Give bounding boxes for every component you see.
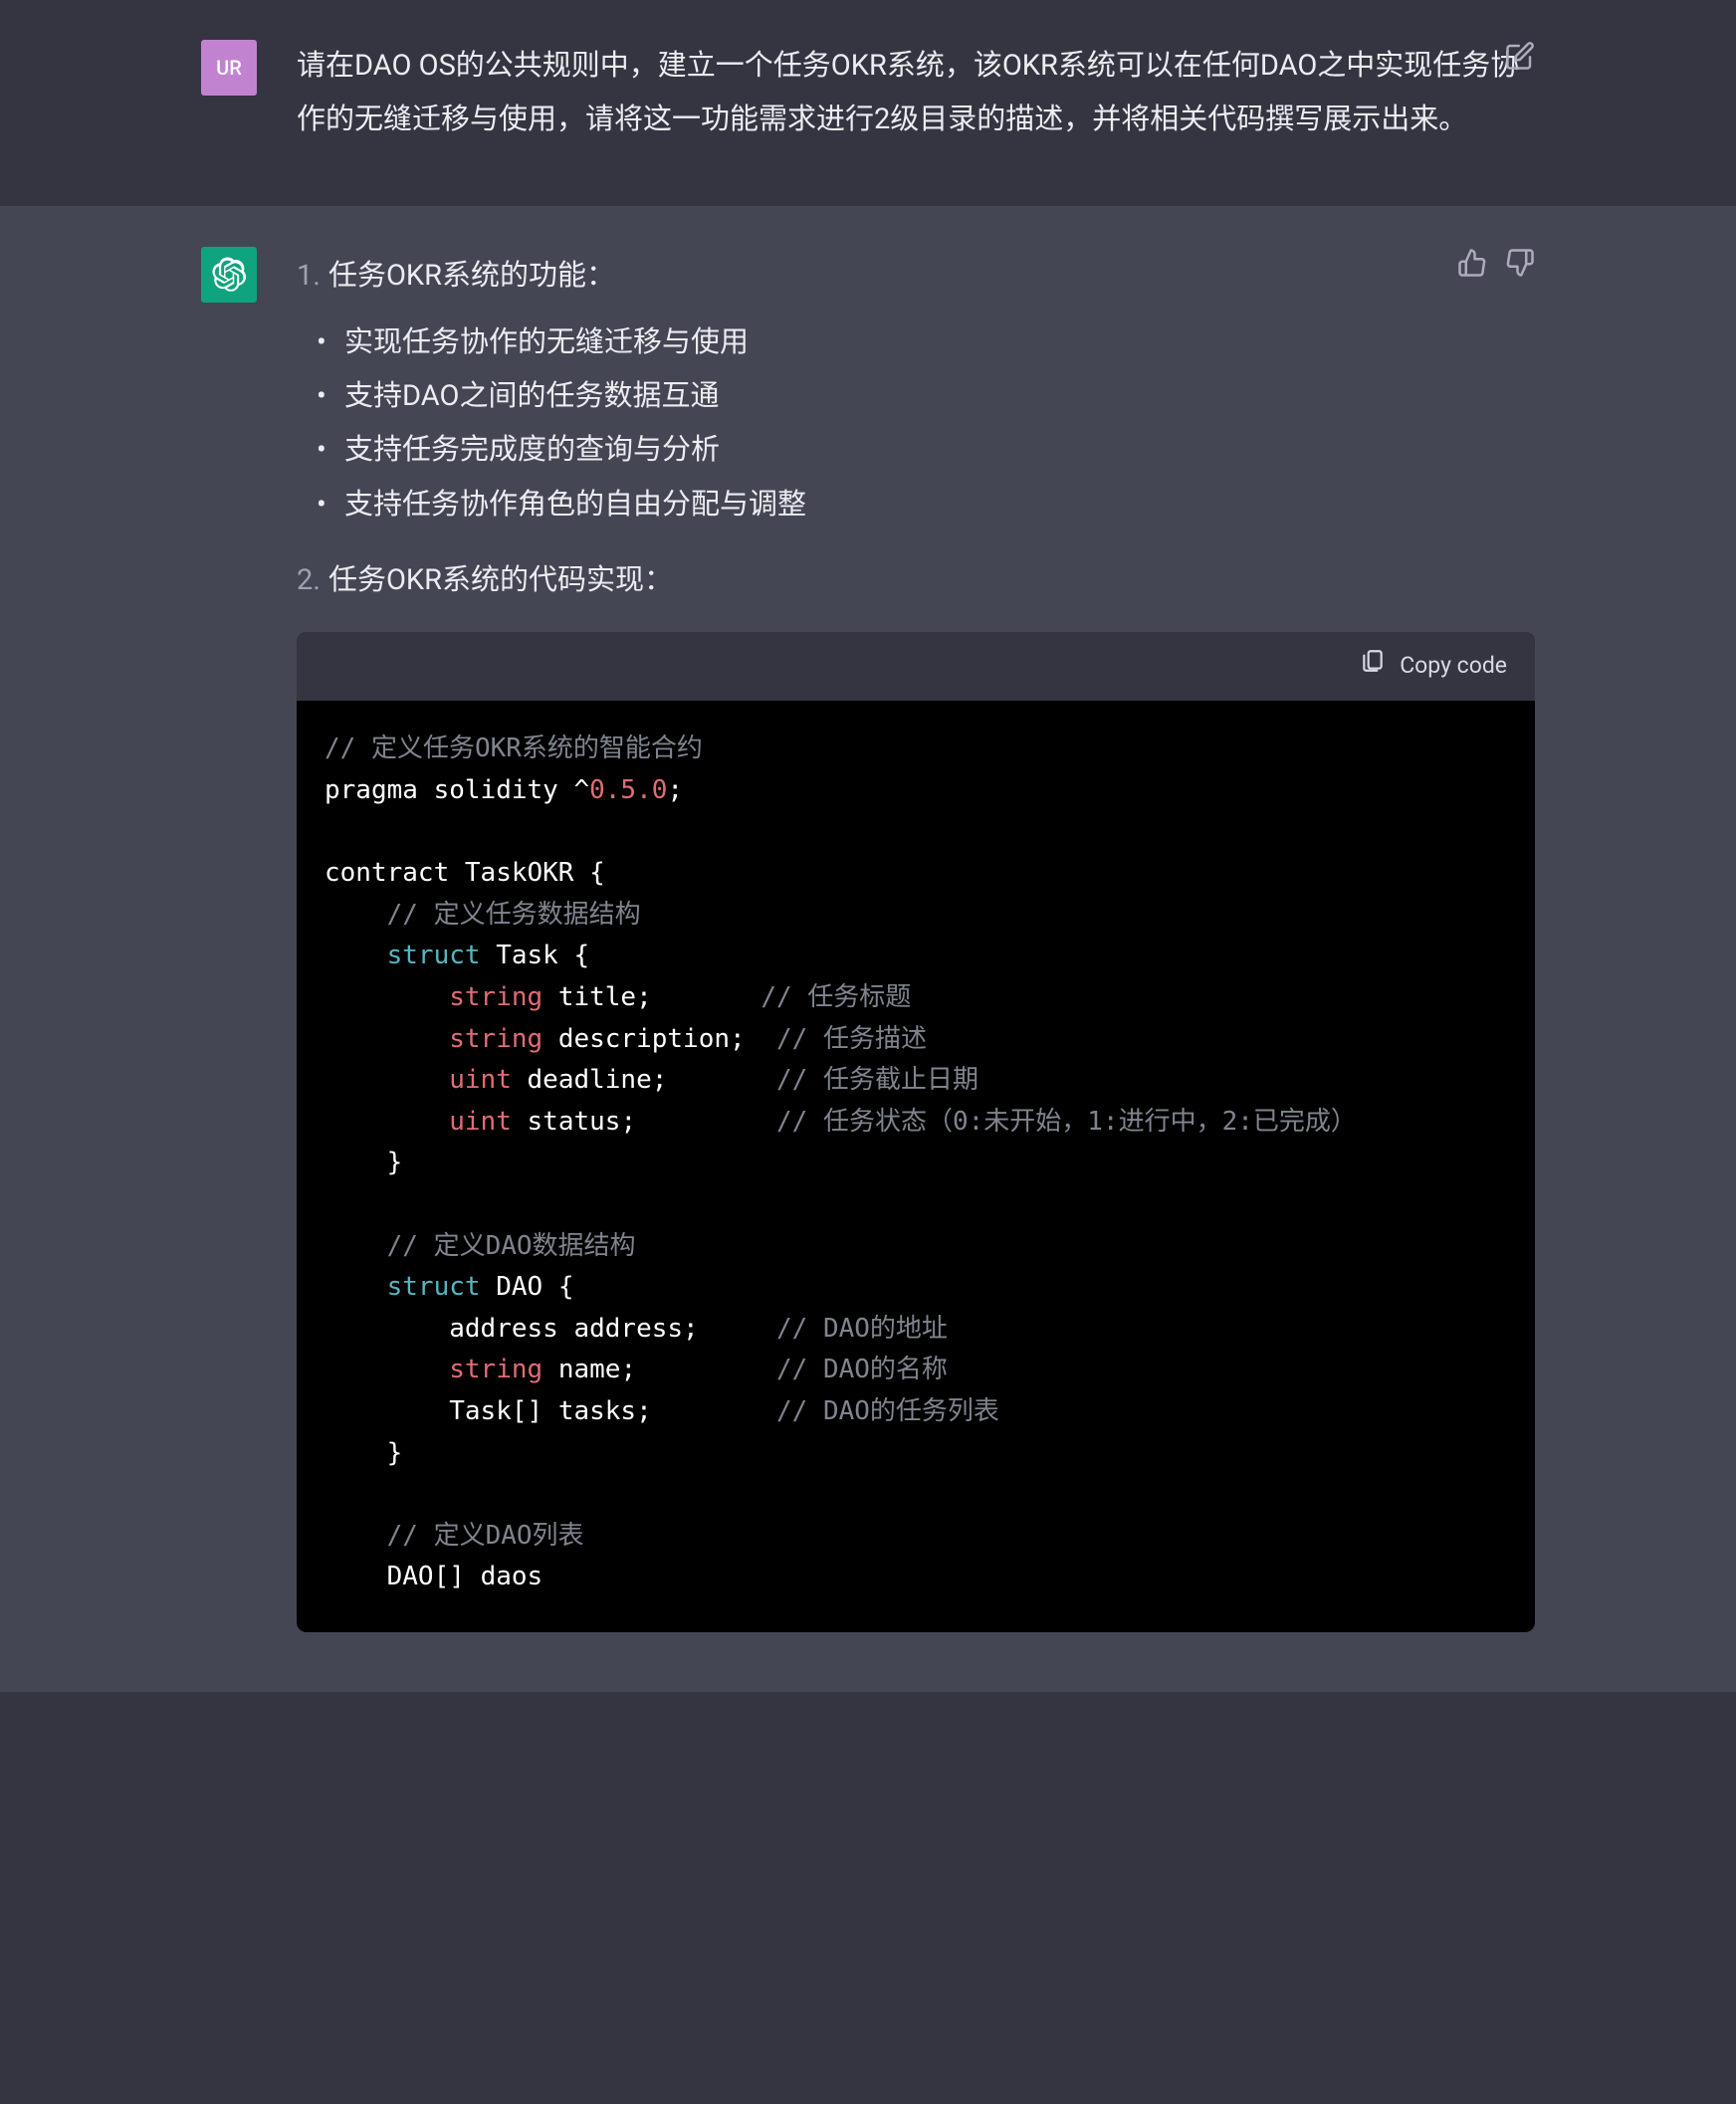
edit-icon[interactable] bbox=[1505, 40, 1535, 70]
bullet-dot: • bbox=[317, 319, 328, 365]
bullet-list: • 实现任务协作的无缝迁移与使用 • 支持DAO之间的任务数据互通 • 支持任务完成度… bbox=[317, 319, 1535, 528]
copy-code-button[interactable]: Copy code bbox=[1360, 648, 1507, 686]
user-message-inner: UR 请在DAO OS的公共规则中，建立一个任务OKR系统，该OKR系统可以在任… bbox=[171, 0, 1565, 206]
bullet-dot: • bbox=[317, 482, 328, 527]
code-header: Copy code bbox=[297, 632, 1535, 702]
assistant-message-row: 1.任务OKR系统的功能： • 实现任务协作的无缝迁移与使用 • 支持DAO之间的任… bbox=[0, 207, 1736, 1692]
bullet-dot: • bbox=[317, 427, 328, 473]
bullet-item: • 支持任务协作角色的自由分配与调整 bbox=[317, 482, 1535, 527]
section-1-heading: 1.任务OKR系统的功能： bbox=[297, 253, 1535, 299]
section-2-title: 任务OKR系统的代码实现： bbox=[328, 563, 673, 597]
assistant-message-inner: 1.任务OKR系统的功能： • 实现任务协作的无缝迁移与使用 • 支持DAO之间的任… bbox=[171, 207, 1565, 1692]
assistant-message-content: 1.任务OKR系统的功能： • 实现任务协作的无缝迁移与使用 • 支持DAO之间的任… bbox=[297, 247, 1535, 1632]
copy-code-label: Copy code bbox=[1400, 648, 1507, 685]
section-1-title: 任务OKR系统的功能： bbox=[328, 259, 615, 293]
user-avatar-text: UR bbox=[216, 52, 242, 84]
thumbs-up-icon[interactable] bbox=[1457, 247, 1487, 277]
bullet-item: • 支持任务完成度的查询与分析 bbox=[317, 427, 1535, 473]
thumbs-down-icon[interactable] bbox=[1505, 247, 1535, 277]
bullet-text: 支持任务协作角色的自由分配与调整 bbox=[344, 482, 806, 527]
assistant-actions bbox=[1457, 247, 1535, 277]
clipboard-icon bbox=[1360, 648, 1386, 686]
section-2-heading: 2.任务OKR系统的代码实现： bbox=[297, 557, 1535, 603]
code-block: Copy code // 定义任务OKR系统的智能合约 pragma solid… bbox=[297, 632, 1535, 1632]
bullet-text: 实现任务协作的无缝迁移与使用 bbox=[344, 319, 749, 365]
bullet-dot: • bbox=[317, 373, 328, 419]
section-2-number: 2. bbox=[297, 563, 321, 597]
user-actions bbox=[1505, 40, 1535, 70]
assistant-avatar bbox=[201, 247, 257, 303]
section-1-number: 1. bbox=[297, 259, 321, 293]
bullet-item: • 支持DAO之间的任务数据互通 bbox=[317, 373, 1535, 419]
user-message-row: UR 请在DAO OS的公共规则中，建立一个任务OKR系统，该OKR系统可以在任… bbox=[0, 0, 1736, 207]
user-message-text: 请在DAO OS的公共规则中，建立一个任务OKR系统，该OKR系统可以在任何DA… bbox=[297, 49, 1519, 136]
bullet-text: 支持任务完成度的查询与分析 bbox=[344, 427, 720, 473]
bullet-item: • 实现任务协作的无缝迁移与使用 bbox=[317, 319, 1535, 365]
user-avatar: UR bbox=[201, 40, 257, 96]
code-content[interactable]: // 定义任务OKR系统的智能合约 pragma solidity ^0.5.0… bbox=[297, 701, 1535, 1631]
bullet-text: 支持DAO之间的任务数据互通 bbox=[344, 373, 719, 419]
user-message-content: 请在DAO OS的公共规则中，建立一个任务OKR系统，该OKR系统可以在任何DA… bbox=[297, 40, 1535, 146]
